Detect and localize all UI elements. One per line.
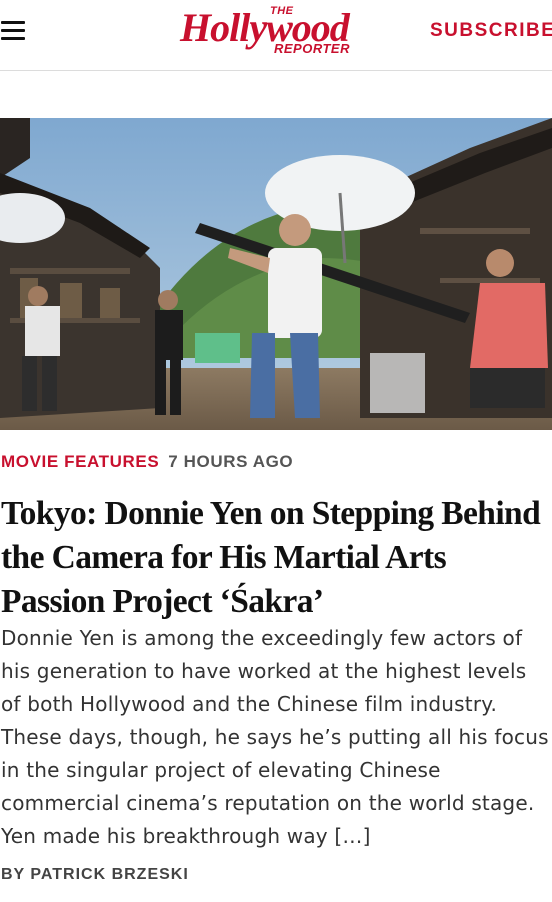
category-link[interactable]: MOVIE FEATURES	[1, 452, 159, 471]
byline-prefix: BY	[1, 866, 25, 883]
subscribe-link[interactable]: SUBSCRIBE	[430, 20, 552, 42]
article-meta: MOVIE FEATURES 7 HOURS AGO	[1, 452, 293, 472]
hero-image[interactable]	[0, 118, 552, 430]
site-header: Hollywood THE REPORTER SUBSCRIBE	[0, 0, 552, 71]
byline: BY PATRICK BRZESKI	[1, 866, 189, 884]
site-logo[interactable]: Hollywood THE REPORTER	[180, 4, 380, 60]
logo-reporter: REPORTER	[274, 41, 350, 56]
article-headline[interactable]: Tokyo: Donnie Yen on Stepping Behind the…	[1, 492, 549, 624]
article-excerpt: Donnie Yen is among the exceedingly few …	[1, 626, 549, 848]
hamburger-menu-icon[interactable]	[1, 21, 25, 41]
author-link[interactable]: PATRICK BRZESKI	[30, 866, 188, 883]
logo-the: THE	[270, 5, 294, 17]
timestamp: 7 HOURS AGO	[168, 452, 294, 471]
